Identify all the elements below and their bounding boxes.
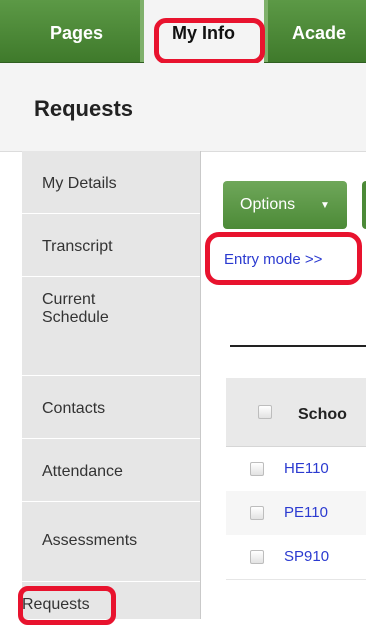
secondary-button[interactable] xyxy=(362,181,366,229)
tab-academics[interactable]: Acade xyxy=(268,0,366,62)
course-link[interactable]: HE110 xyxy=(284,460,329,477)
sidebar-item-assessments[interactable]: Assessments xyxy=(22,502,200,582)
sidebar-item-label: My Details xyxy=(42,175,117,192)
highlight-circle-my-info xyxy=(154,18,265,64)
sidebar-item-label: Assessments xyxy=(42,532,138,549)
sidebar: My Details Transcript Current Schedule C… xyxy=(22,151,201,619)
row-checkbox[interactable] xyxy=(250,550,264,564)
course-link[interactable]: SP910 xyxy=(284,548,329,565)
options-button-label: Options xyxy=(240,196,296,213)
table-header: Schoo xyxy=(226,378,366,447)
sidebar-item-my-details[interactable]: My Details xyxy=(22,151,200,214)
tab-pages[interactable]: Pages xyxy=(0,0,140,62)
highlight-circle-requests xyxy=(18,586,116,625)
column-header-school[interactable]: Schoo xyxy=(298,406,347,424)
row-checkbox[interactable] xyxy=(250,462,264,476)
sidebar-item-current-schedule[interactable]: Current Schedule xyxy=(22,277,200,376)
table-row: SP910 xyxy=(226,535,366,580)
highlight-circle-entry-mode xyxy=(205,232,362,285)
sidebar-item-transcript[interactable]: Transcript xyxy=(22,214,200,277)
sidebar-item-label: Contacts xyxy=(42,400,106,417)
caret-down-icon: ▼ xyxy=(320,200,330,211)
row-checkbox[interactable] xyxy=(250,506,264,520)
tab-academics-label: Acade xyxy=(292,23,347,43)
options-button[interactable]: Options ▼ xyxy=(223,181,347,229)
sidebar-item-label: Transcript xyxy=(42,238,113,255)
page-title: Requests xyxy=(34,96,134,121)
sidebar-item-attendance[interactable]: Attendance xyxy=(22,439,200,502)
course-link[interactable]: PE110 xyxy=(284,504,328,521)
cut-off-heading xyxy=(230,626,360,638)
sidebar-item-label: Attendance xyxy=(42,463,123,480)
select-all-checkbox[interactable] xyxy=(258,405,272,419)
sidebar-item-label: Current Schedule xyxy=(42,291,109,326)
sidebar-item-contacts[interactable]: Contacts xyxy=(22,376,200,439)
page-header: Requests xyxy=(0,63,366,152)
tab-pages-label: Pages xyxy=(50,23,104,43)
table-row: PE110 xyxy=(226,491,366,536)
table-row: HE110 xyxy=(226,447,366,492)
divider xyxy=(230,345,366,347)
